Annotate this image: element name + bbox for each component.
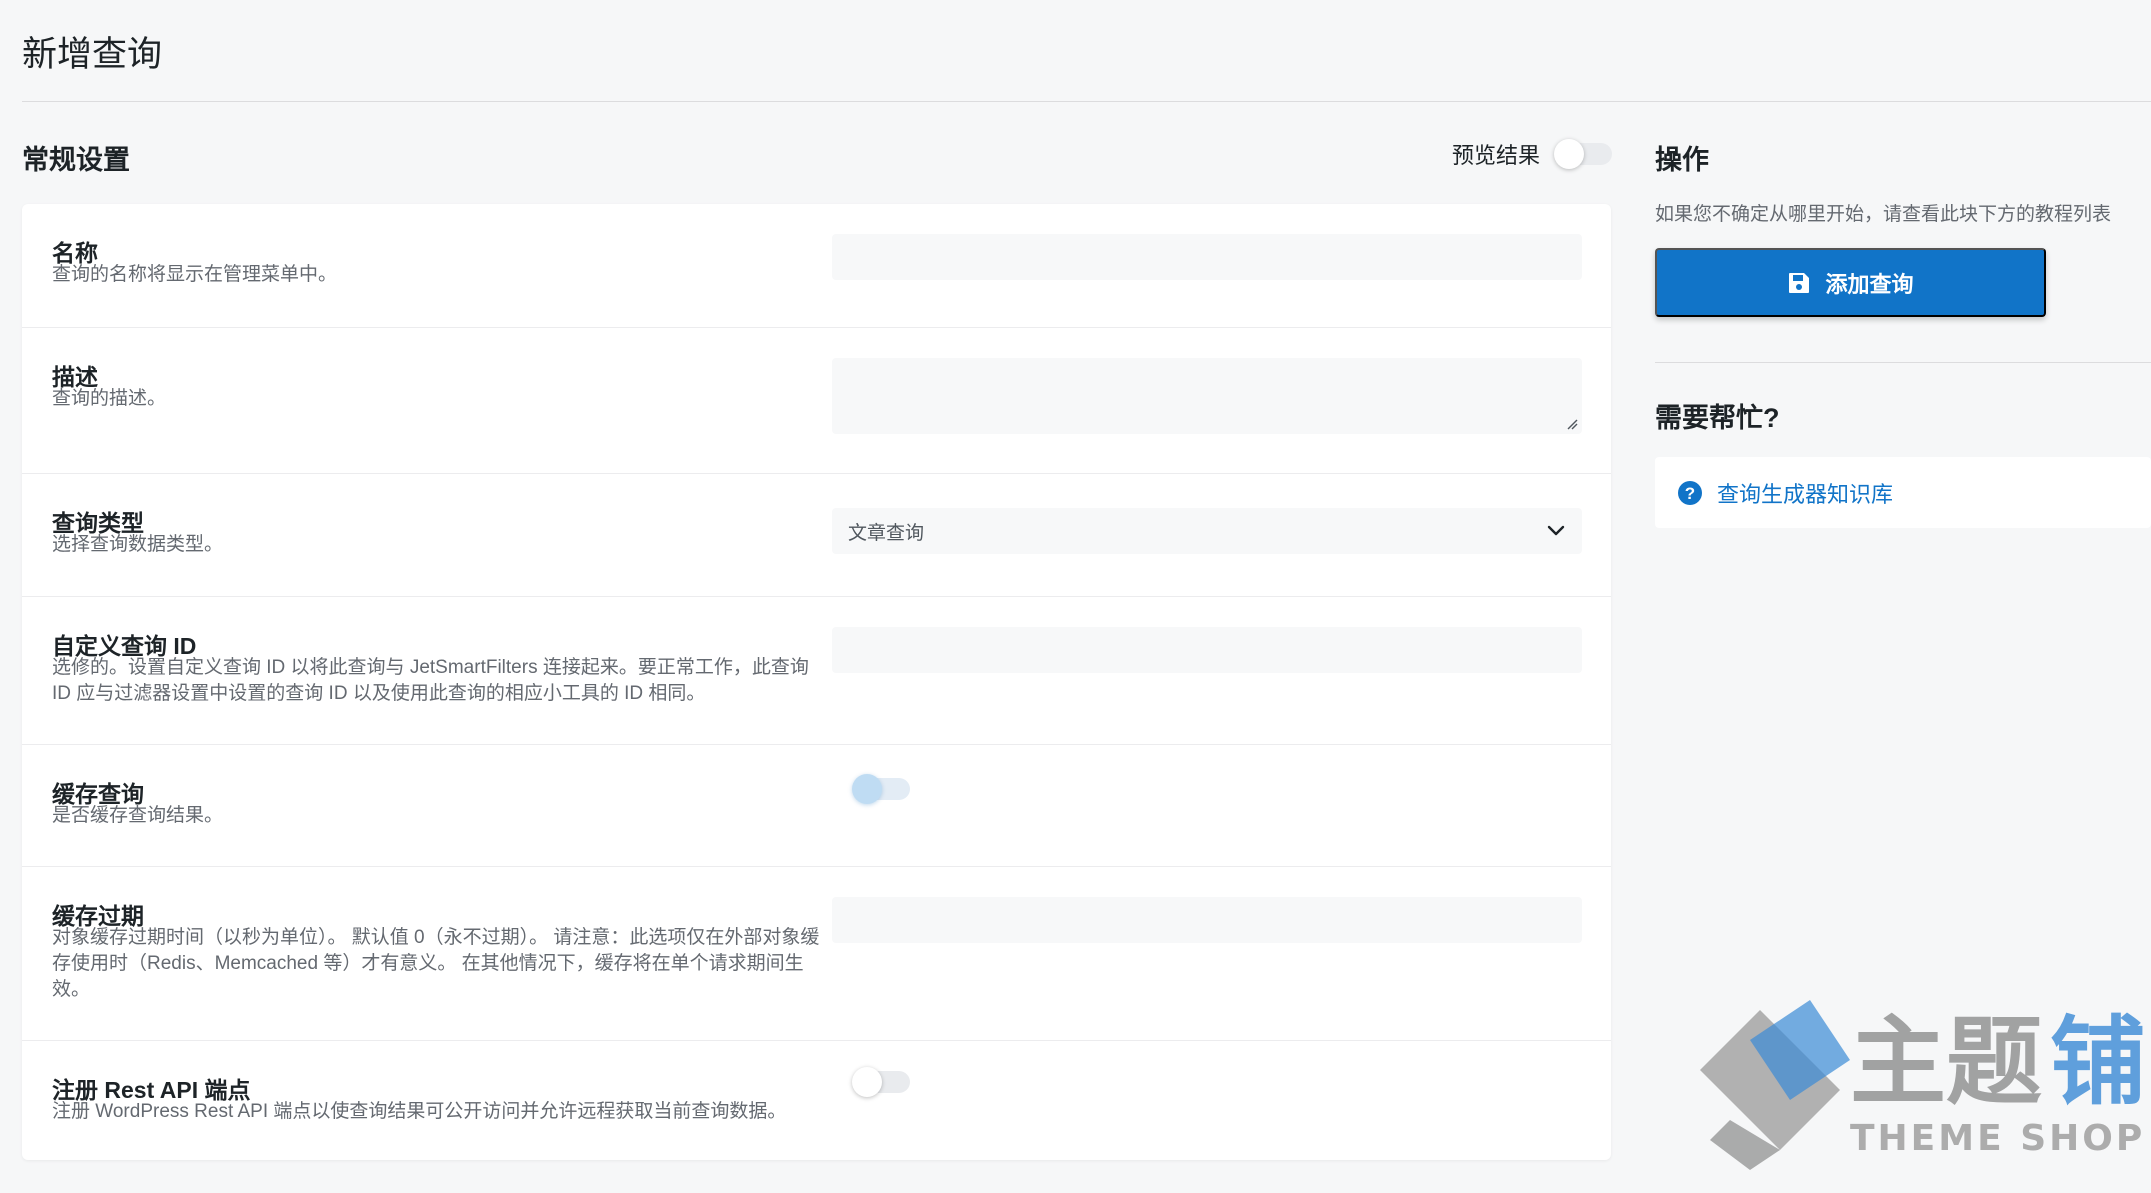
cache-expires-input[interactable] [832,897,1582,943]
custom-query-id-input[interactable] [832,627,1582,673]
save-icon [1789,272,1810,293]
preview-results-label: 预览结果 [1452,143,1541,168]
description-textarea[interactable] [832,358,1582,434]
theme-shop-logo: 主题 铺 THEME SHOP [1700,1000,2146,1170]
setting-row-cache-expires: 缓存过期 对象缓存过期时间（以秒为单位）。 默认值 0（永不过期）。 请注意：此… [22,867,1611,1041]
description-description: 查询的描述。 [52,388,167,409]
toggle-knob [852,1067,882,1097]
general-settings-heading: 常规设置 [22,145,130,175]
toggle-knob [1554,139,1585,169]
cache-query-description: 是否缓存查询结果。 [52,805,224,826]
general-settings-panel: 名称 查询的名称将显示在管理菜单中。 描述 查询的描述。 查询类型 选择查询数据… [22,204,1611,1160]
svg-text:主题: 主题 [1850,1006,2042,1118]
cache-query-toggle[interactable] [852,774,910,804]
setting-row-query-type: 查询类型 选择查询数据类型。 文章查询 [22,474,1611,597]
setting-row-name: 名称 查询的名称将显示在管理菜单中。 [22,204,1611,328]
svg-text:THEME SHOP: THEME SHOP [1850,1118,2145,1159]
query-type-select[interactable]: 文章查询 [832,508,1582,554]
theme-shop-watermark: 主题 铺 THEME SHOP [1690,1000,2150,1180]
svg-text:铺: 铺 [2050,1006,2146,1118]
preview-results-toggle[interactable] [1554,139,1613,169]
custom-query-id-description: 选修的。设置自定义查询 ID 以将此查询与 JetSmartFilters 连接… [52,657,809,704]
actions-note: 如果您不确定从哪里开始，请查看此块下方的教程列表 [1655,204,2112,225]
toggle-knob [852,774,882,804]
svg-text:?: ? [1685,484,1695,503]
sidebar-divider [1655,362,2151,363]
chevron-down-icon [1547,525,1565,536]
resize-handle-icon[interactable] [1566,418,1578,430]
help-heading: 需要帮忙? [1655,403,1780,433]
actions-heading: 操作 [1655,145,1709,175]
setting-row-rest-api: 注册 Rest API 端点 注册 WordPress Rest API 端点以… [22,1041,1611,1160]
query-type-selected-value: 文章查询 [848,522,925,544]
name-input[interactable] [832,234,1582,280]
preview-results-control: 预览结果 [1452,138,1613,170]
description-textarea-wrap [832,358,1582,434]
rest-api-description: 注册 WordPress Rest API 端点以使查询结果可公开访问并允许远程… [52,1101,787,1122]
name-description: 查询的名称将显示在管理菜单中。 [52,264,338,285]
help-card: ? 查询生成器知识库 [1655,457,2151,528]
query-type-description: 选择查询数据类型。 [52,534,224,555]
add-query-button[interactable]: 添加查询 [1655,248,2046,317]
page-title: 新增查询 [22,35,163,74]
question-circle-icon: ? [1678,480,1702,505]
setting-row-custom-query-id: 自定义查询 ID 选修的。设置自定义查询 ID 以将此查询与 JetSmartF… [22,597,1611,745]
setting-row-description: 描述 查询的描述。 [22,328,1611,474]
cache-expires-description: 对象缓存过期时间（以秒为单位）。 默认值 0（永不过期）。 请注意：此选项仅在外… [52,927,820,1000]
knowledge-base-link[interactable]: 查询生成器知识库 [1717,477,1893,509]
rest-api-toggle[interactable] [852,1067,910,1097]
title-divider [22,101,2151,102]
setting-row-cache-query: 缓存查询 是否缓存查询结果。 [22,745,1611,867]
add-query-button-label: 添加查询 [1825,271,1914,297]
